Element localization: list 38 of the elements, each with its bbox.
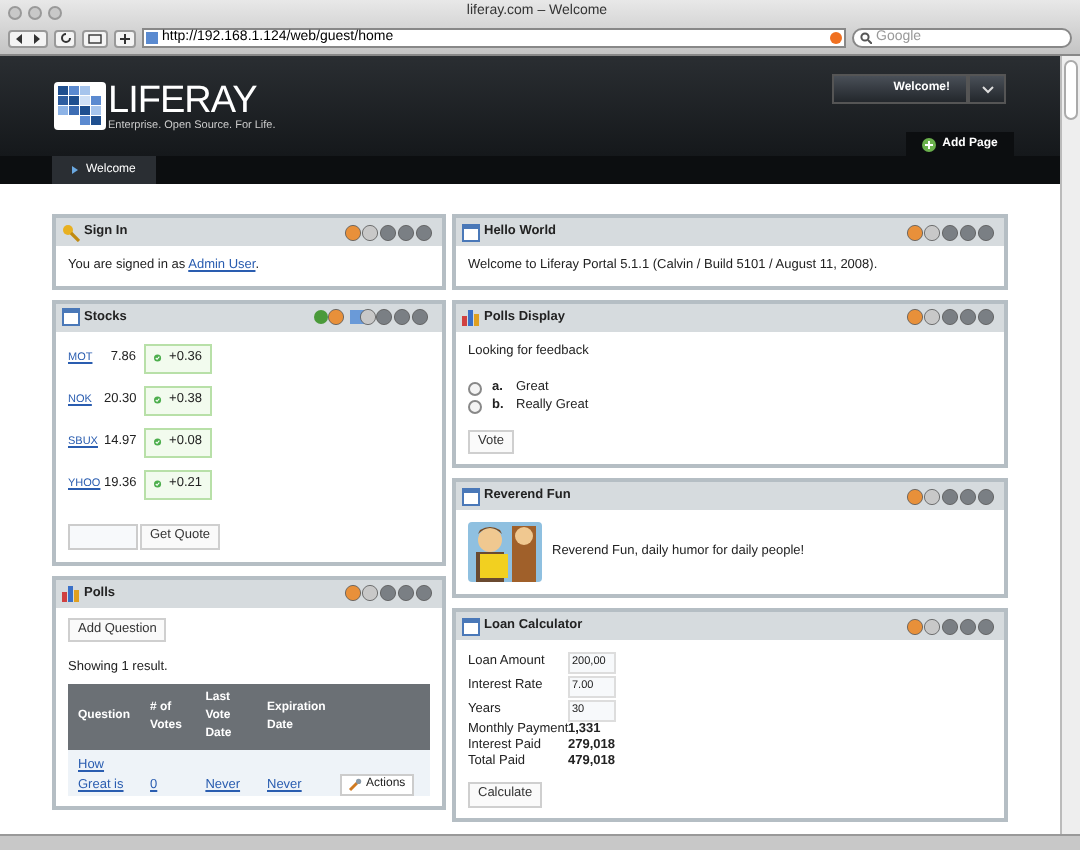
window-icon (462, 617, 480, 635)
portlet-controls-drawing[interactable] (906, 617, 998, 635)
reload-icon (59, 32, 71, 44)
check-icon (154, 434, 162, 451)
refresh-icon (830, 32, 842, 44)
portlet-controls-drawing[interactable] (344, 584, 436, 603)
radio-button[interactable] (468, 381, 482, 395)
window-icon (462, 223, 480, 241)
dropdown-button[interactable] (968, 74, 1006, 104)
logo-text: LIFERAY (108, 82, 257, 120)
portlet-controls-drawing[interactable] (906, 487, 998, 505)
bar-chart-icon (62, 584, 80, 603)
window-icon (462, 487, 480, 505)
wrench-icon (348, 777, 362, 791)
back-forward-button[interactable] (8, 29, 48, 47)
logo-icon (54, 82, 106, 130)
window-icon (62, 308, 80, 327)
page-icon (146, 32, 158, 44)
key-icon (62, 223, 80, 241)
symbol-input-field[interactable] (68, 523, 138, 550)
reload-button[interactable] (54, 29, 76, 47)
plus-circle-icon (922, 137, 937, 151)
plus-icon (120, 33, 130, 43)
radio-button[interactable] (468, 399, 482, 413)
snapback-button[interactable] (82, 29, 108, 47)
bar-chart-icon (462, 308, 480, 327)
check-icon (154, 350, 162, 367)
check-icon (154, 476, 162, 493)
portlet-controls-drawing[interactable] (906, 223, 998, 241)
add-bookmark-button[interactable] (114, 29, 136, 47)
search-icon (860, 32, 872, 44)
triangle-icon (72, 166, 78, 174)
portlet-controls-drawing[interactable] (344, 223, 436, 241)
check-icon (154, 392, 162, 409)
back-forward-icon (16, 33, 40, 43)
portlet-controls-drawing[interactable] (906, 308, 998, 327)
screen-icon (88, 33, 102, 43)
chevron-icon (981, 85, 993, 93)
